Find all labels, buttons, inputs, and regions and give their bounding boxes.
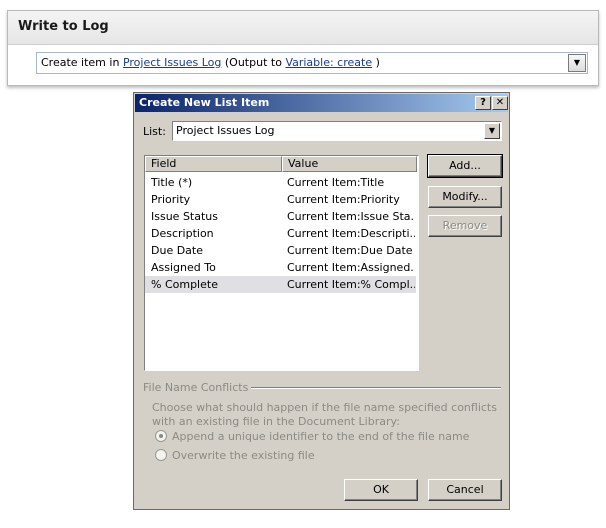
list-row[interactable]: Assigned To Current Item:Assigned... <box>145 259 416 276</box>
workflow-action-panel: Write to Log Create item in Project Issu… <box>7 10 599 86</box>
list-row[interactable]: % Complete Current Item:% Compl... <box>145 276 416 293</box>
row-field: % Complete <box>151 278 218 291</box>
append-identifier-radio[interactable] <box>155 430 167 442</box>
output-prefix: (Output to <box>224 56 282 69</box>
row-field: Description <box>151 227 214 240</box>
list-link[interactable]: Project Issues Log <box>123 56 221 69</box>
remove-button[interactable]: Remove <box>428 215 502 237</box>
row-value: Current Item:Assigned... <box>287 261 415 274</box>
help-button[interactable]: ? <box>475 96 491 110</box>
dialog-title: Create New List Item <box>139 96 270 109</box>
file-name-conflicts-label: File Name Conflicts <box>143 381 252 394</box>
row-field: Title (*) <box>151 176 193 189</box>
row-value: Current Item:Title <box>287 176 385 189</box>
dialog-titlebar[interactable]: Create New List Item ? ✕ <box>135 94 508 112</box>
group-divider <box>234 387 501 389</box>
overwrite-file-label[interactable]: Overwrite the existing file <box>172 449 315 462</box>
row-field: Assigned To <box>151 261 216 274</box>
column-header-value[interactable]: Value <box>282 156 417 172</box>
cancel-button[interactable]: Cancel <box>428 479 502 501</box>
action-sentence: Create item in Project Issues Log (Outpu… <box>41 56 380 69</box>
field-value-list[interactable]: Field Value Title (*) Current Item:Title P… <box>144 155 419 371</box>
list-row[interactable]: Issue Status Current Item:Issue Sta... <box>145 208 416 225</box>
conflicts-description: Choose what should happen if the file na… <box>152 401 497 428</box>
action-sentence-row[interactable]: Create item in Project Issues Log (Outpu… <box>36 52 588 74</box>
list-select-arrow[interactable]: ▼ <box>484 123 500 139</box>
action-header: Write to Log <box>8 11 598 45</box>
help-icon: ? <box>480 97 486 108</box>
modify-button[interactable]: Modify... <box>428 186 502 208</box>
list-row[interactable]: Title (*) Current Item:Title <box>145 174 416 191</box>
overwrite-file-radio[interactable] <box>155 449 167 461</box>
chevron-down-icon: ▼ <box>573 58 581 67</box>
sentence-prefix: Create item in <box>41 56 120 69</box>
ok-button[interactable]: OK <box>344 479 418 501</box>
create-new-list-item-dialog: Create New List Item ? ✕ List: Project I… <box>133 92 510 510</box>
append-identifier-label[interactable]: Append a unique identifier to the end of… <box>172 430 469 443</box>
action-dropdown-button[interactable]: ▼ <box>568 54 586 72</box>
variable-link[interactable]: Variable: create <box>285 56 372 69</box>
row-field: Issue Status <box>151 210 218 223</box>
list-row[interactable]: Description Current Item:Descripti... <box>145 225 416 242</box>
row-value: Current Item:Priority <box>287 193 400 206</box>
row-field: Due Date <box>151 244 203 257</box>
row-value: Current Item:% Compl... <box>287 278 415 291</box>
action-title: Write to Log <box>18 19 109 34</box>
list-row[interactable]: Priority Current Item:Priority <box>145 191 416 208</box>
add-button[interactable]: Add... <box>427 154 503 178</box>
list-select-value: Project Issues Log <box>176 124 275 137</box>
close-icon: ✕ <box>495 97 505 108</box>
list-row[interactable]: Due Date Current Item:Due Date <box>145 242 416 259</box>
row-field: Priority <box>151 193 191 206</box>
list-label: List: <box>143 125 166 138</box>
close-button[interactable]: ✕ <box>492 96 508 110</box>
list-select[interactable]: Project Issues Log ▼ <box>172 121 502 141</box>
list-header: Field Value <box>145 156 417 172</box>
row-value: Current Item:Due Date <box>287 244 413 257</box>
output-suffix: ) <box>375 56 380 69</box>
chevron-down-icon: ▼ <box>488 126 496 135</box>
column-header-field[interactable]: Field <box>145 156 282 172</box>
row-value: Current Item:Issue Sta... <box>287 210 415 223</box>
row-value: Current Item:Descripti... <box>287 227 415 240</box>
